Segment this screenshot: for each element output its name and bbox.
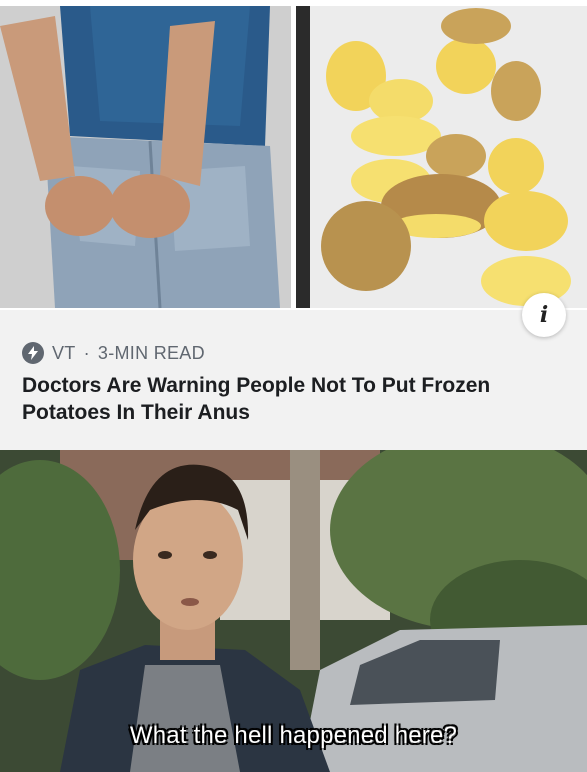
info-button[interactable]: i (522, 293, 566, 337)
person-jeans-illustration (0, 6, 291, 308)
article-photo-potatoes[interactable] (296, 6, 587, 308)
meme-caption: What the hell happened here? (129, 722, 458, 749)
lightning-bolt-icon (22, 342, 44, 364)
article-meta: VT · 3-MIN READ (22, 342, 205, 364)
article-photo-person[interactable] (0, 6, 291, 308)
read-time: 3-MIN READ (97, 342, 205, 363)
article-image-row[interactable] (0, 0, 587, 310)
article-source: VT (52, 342, 76, 363)
article-headline[interactable]: Doctors Are Warning People Not To Put Fr… (22, 372, 562, 426)
potatoes-illustration (296, 6, 587, 308)
info-icon: i (539, 302, 549, 328)
meta-separator: · (83, 342, 90, 363)
